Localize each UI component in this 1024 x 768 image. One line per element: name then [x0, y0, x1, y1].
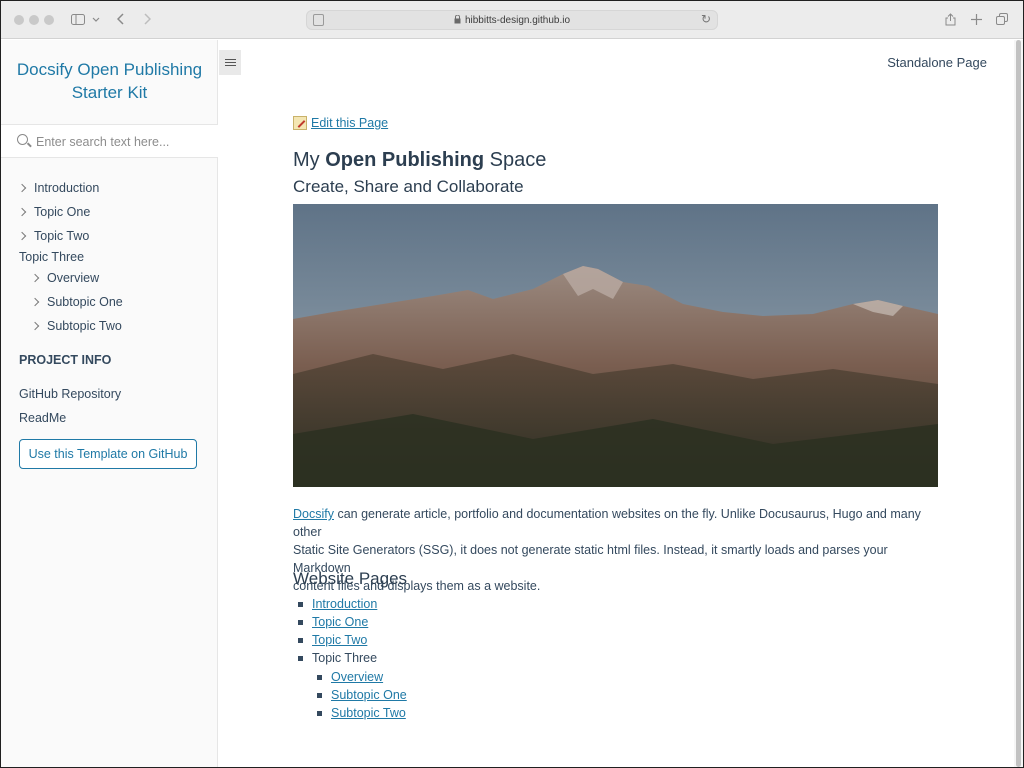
scrollbar-thumb[interactable] — [1016, 40, 1021, 767]
intro-line-1: Docsify can generate article, portfolio … — [293, 505, 938, 541]
menu-icon-bar — [224, 59, 236, 60]
intro-text-1: can generate article, portfolio and docu… — [293, 507, 921, 539]
scrollbar[interactable] — [1014, 40, 1023, 767]
search-icon — [17, 134, 28, 145]
sidebar-item-overview[interactable]: Overview — [30, 271, 100, 285]
new-tab-icon[interactable] — [969, 10, 983, 28]
list-item: Introduction — [298, 597, 377, 611]
bullet-icon — [298, 637, 303, 643]
sidebar-toggle-icon[interactable] — [70, 10, 86, 28]
sidebar: Docsify Open Publishing Starter Kit Intr… — [1, 40, 218, 767]
edit-page: Edit this Page — [293, 116, 388, 130]
readme-link[interactable]: ReadMe — [19, 411, 66, 425]
page-title: My Open Publishing Space — [293, 149, 546, 172]
sidebar-item-subtopic-one[interactable]: Subtopic One — [30, 295, 123, 309]
chevron-right-icon — [30, 321, 40, 331]
reload-icon[interactable]: ↻ — [701, 12, 711, 26]
hero-mountain-image — [293, 204, 938, 487]
share-icon[interactable] — [943, 10, 957, 28]
sidebar-item-label: Introduction — [34, 181, 100, 195]
zoom-window-button[interactable] — [44, 15, 54, 25]
page-icon — [313, 14, 324, 26]
sidebar-item-topic-one[interactable]: Topic One — [17, 205, 91, 219]
forward-icon[interactable] — [140, 10, 154, 28]
tab-overview-icon[interactable] — [995, 10, 1009, 28]
list-item: Topic Three — [298, 651, 377, 665]
sidebar-item-subtopic-two[interactable]: Subtopic Two — [30, 319, 122, 333]
memo-icon — [293, 116, 307, 130]
page-title-prefix: My — [293, 149, 326, 171]
page-label-topic-three: Topic Three — [312, 651, 378, 665]
project-info-heading: PROJECT INFO — [19, 353, 112, 367]
app-name-line1: Docsify Open Publishing — [16, 60, 203, 79]
url-text: hibbitts-design.github.io — [464, 14, 571, 26]
minimize-window-button[interactable] — [29, 15, 39, 25]
address-bar[interactable]: hibbitts-design.github.io ↻ — [306, 10, 718, 30]
sidebar-item-topic-two[interactable]: Topic Two — [17, 229, 90, 243]
bullet-icon — [298, 601, 303, 607]
sidebar-item-label: Topic Two — [34, 229, 90, 243]
chevron-right-icon — [17, 207, 27, 217]
sidebar-item-introduction[interactable]: Introduction — [17, 181, 100, 195]
github-repository-link[interactable]: GitHub Repository — [19, 387, 121, 401]
bullet-icon — [317, 692, 322, 698]
sidebar-item-label: Subtopic Two — [47, 319, 122, 333]
list-item: Topic Two — [298, 633, 367, 647]
page-link-topic-one[interactable]: Topic One — [312, 615, 368, 629]
docsify-link[interactable]: Docsify — [293, 507, 334, 521]
chevron-down-icon[interactable] — [91, 10, 101, 28]
page-title-suffix: Space — [484, 149, 547, 171]
list-item: Subtopic One — [317, 688, 407, 702]
bullet-icon — [317, 674, 322, 680]
bullet-icon — [298, 619, 303, 625]
lock-icon — [454, 14, 461, 26]
standalone-page-link[interactable]: Standalone Page — [887, 55, 987, 70]
close-window-button[interactable] — [14, 15, 24, 25]
sidebar-item-label: Topic One — [34, 205, 91, 219]
website-pages-heading: Website Pages — [293, 569, 408, 588]
back-icon[interactable] — [114, 10, 128, 28]
menu-icon-bar — [224, 65, 236, 66]
page-link-subtopic-one[interactable]: Subtopic One — [331, 688, 407, 702]
search-box — [1, 124, 218, 158]
sidebar-item-label: Subtopic One — [47, 295, 123, 309]
sidebar-item-label: Topic Three — [19, 250, 85, 264]
page-link-topic-two[interactable]: Topic Two — [312, 633, 367, 647]
page-link-introduction[interactable]: Introduction — [312, 597, 377, 611]
menu-icon-bar — [224, 62, 236, 63]
chevron-right-icon — [17, 183, 27, 193]
search-input[interactable] — [36, 132, 206, 152]
list-item: Subtopic Two — [317, 706, 406, 720]
chevron-right-icon — [30, 297, 40, 307]
sidebar-toggle-button[interactable] — [219, 50, 241, 75]
list-item: Overview — [317, 670, 383, 684]
sidebar-item-label: Overview — [47, 271, 100, 285]
page-link-overview[interactable]: Overview — [331, 670, 383, 684]
app-name-link[interactable]: Docsify Open Publishing Starter Kit — [1, 58, 218, 104]
page-title-bold: Open Publishing — [325, 149, 485, 171]
bullet-icon — [317, 710, 322, 716]
chevron-right-icon — [30, 273, 40, 283]
use-template-button[interactable]: Use this Template on GitHub — [19, 439, 197, 469]
bullet-icon — [298, 655, 303, 661]
page-subtitle: Create, Share and Collaborate — [293, 177, 524, 196]
edit-page-link[interactable]: Edit this Page — [311, 116, 388, 130]
sidebar-item-topic-three[interactable]: Topic Three — [19, 250, 84, 264]
browser-toolbar: hibbitts-design.github.io ↻ — [0, 0, 1024, 39]
list-item: Topic One — [298, 615, 368, 629]
app-name-line2: Starter Kit — [71, 83, 148, 102]
chevron-right-icon — [17, 231, 27, 241]
page-link-subtopic-two[interactable]: Subtopic Two — [331, 706, 406, 720]
